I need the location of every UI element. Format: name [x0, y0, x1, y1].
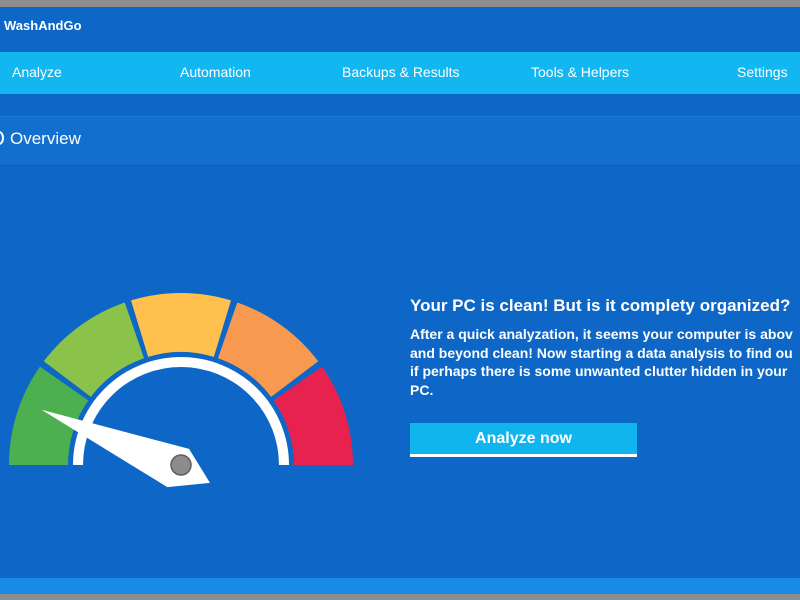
overview-icon	[0, 131, 4, 145]
status-description-line: and beyond clean! Now starting a data an…	[410, 344, 793, 361]
gauge-segment-yellow	[130, 293, 232, 357]
status-description-line: After a quick analyzation, it seems your…	[410, 326, 793, 342]
analyze-now-button[interactable]: Analyze now	[410, 423, 637, 457]
gauge-hub	[170, 454, 192, 476]
nav-item-tools-helpers[interactable]: Tools & Helpers	[531, 52, 629, 94]
window-top-border	[0, 0, 800, 7]
section-title: Overview	[10, 129, 81, 148]
nav-item-backups-results[interactable]: Backups & Results	[342, 52, 460, 94]
window-bottom-border	[0, 594, 800, 600]
nav-item-automation[interactable]: Automation	[180, 52, 251, 94]
section-header: Overview	[0, 116, 800, 166]
main-nav: Analyze Automation Backups & Results Too…	[0, 52, 800, 94]
clean-gauge	[9, 293, 353, 488]
nav-item-settings[interactable]: Settings	[737, 52, 788, 94]
status-description-line: if perhaps there is some unwanted clutte…	[410, 363, 788, 379]
app-title: WashAndGo	[4, 17, 82, 33]
gauge-segments	[9, 293, 353, 465]
status-headline: Your PC is clean! But is it complety org…	[410, 296, 791, 315]
status-description-line: PC.	[410, 381, 434, 398]
title-bar: WashAndGo	[0, 7, 800, 43]
status-bar	[0, 578, 800, 594]
nav-item-analyze[interactable]: Analyze	[12, 52, 62, 94]
status-description: After a quick analyzation, it seems your…	[410, 325, 800, 399]
